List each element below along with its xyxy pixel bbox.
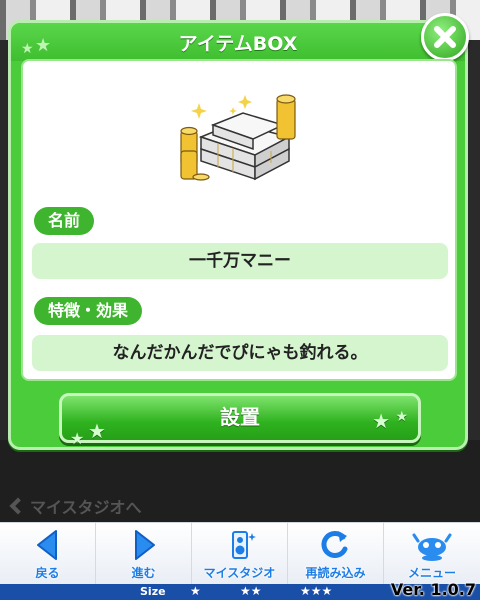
size-large-button[interactable]: ★★★: [300, 584, 332, 598]
nav-forward-label: 進む: [131, 566, 156, 580]
size-small-button[interactable]: ★: [190, 584, 201, 598]
close-button[interactable]: [421, 13, 469, 61]
version-label: Ver. 1.0.7: [390, 580, 476, 599]
reload-icon: [320, 531, 347, 558]
nav-reload[interactable]: 再読み込み: [288, 523, 384, 585]
nav-menu[interactable]: メニュー: [384, 523, 480, 585]
dialog-header: ★ ★ アイテムBOX: [11, 23, 465, 61]
nav-back-label: 戻る: [35, 566, 60, 580]
money-stack-icon: [180, 94, 296, 181]
back-arrow-icon: [36, 530, 57, 560]
close-icon: [434, 26, 456, 48]
size-label: Size: [140, 585, 166, 598]
item-feature-value: なんだかんだでぴにゃも釣れる。: [32, 335, 448, 371]
dialog-title: アイテムBOX: [178, 33, 298, 55]
star-decoration-icon: ★: [88, 419, 106, 443]
item-name-value: 一千万マニー: [32, 243, 448, 279]
item-box-dialog: ★ ★ アイテムBOX 名前 一千万マニー 特徴・効果 なんだかんだでぴにゃも釣…: [8, 13, 469, 450]
status-bar: Size ★ ★★ ★★★ Ver. 1.0.7: [0, 580, 480, 600]
menu-mascot-icon: [412, 533, 452, 561]
nav-forward[interactable]: 進む: [96, 523, 192, 585]
chevron-left-icon: [9, 497, 27, 515]
forward-arrow-icon: [134, 530, 155, 560]
feature-label: 特徴・効果: [34, 297, 143, 325]
nav-my-studio-label: マイスタジオ: [203, 566, 276, 580]
nav-reload-label: 再読み込み: [305, 566, 366, 580]
studio-icon: [231, 531, 256, 559]
install-button[interactable]: ★ ★ 設置 ★ ★: [59, 393, 421, 448]
name-label: 名前: [34, 207, 95, 235]
back-to-studio-label: マイスタジオへ: [30, 498, 142, 517]
star-decoration-icon: ★: [70, 429, 85, 448]
bottom-nav: 戻る 進む マイスタジオ 再読み込み メニュー: [0, 522, 480, 585]
nav-menu-label: メニュー: [407, 566, 456, 580]
nav-my-studio[interactable]: マイスタジオ: [192, 523, 288, 585]
nav-back[interactable]: 戻る: [0, 523, 96, 585]
back-to-studio-link[interactable]: マイスタジオへ: [9, 494, 142, 518]
install-label: 設置: [220, 405, 260, 429]
size-medium-button[interactable]: ★★: [240, 584, 262, 598]
item-detail-panel: 名前 一千万マニー 特徴・効果 なんだかんだでぴにゃも釣れる。: [21, 59, 457, 381]
star-decoration-icon: ★: [372, 409, 390, 433]
star-decoration-icon: ★: [395, 409, 408, 425]
